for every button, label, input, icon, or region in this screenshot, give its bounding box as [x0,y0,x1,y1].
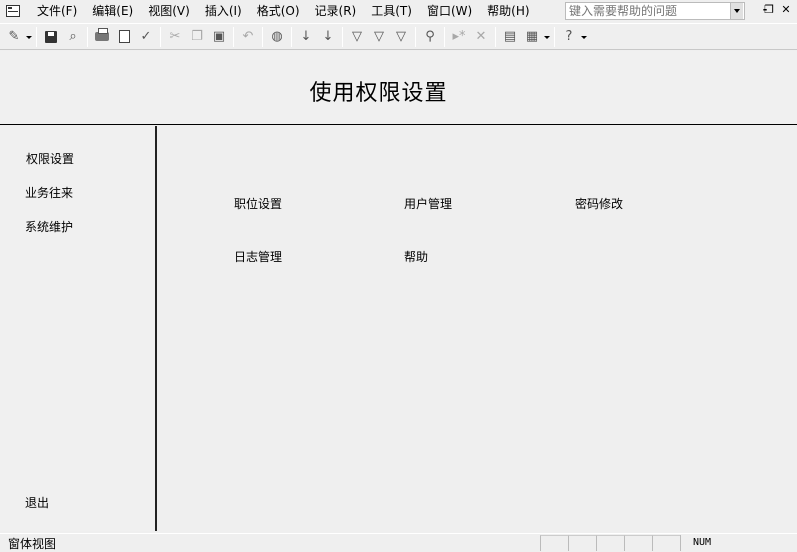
menu-file[interactable]: 文件(F) [30,0,85,22]
toolbar-separator [554,26,555,47]
copy-icon[interactable]: ❐ [187,27,207,47]
sidebar-item-permission-settings[interactable]: 权限设置 [26,150,74,167]
ask-question-input[interactable] [566,3,730,19]
form-header: 使用权限设置 [0,51,797,125]
menu-window[interactable]: 窗口(W) [420,0,480,22]
filter-by-selection-icon[interactable]: ▽ [347,27,367,47]
user-management-link[interactable]: 用户管理 [404,195,452,212]
toolbar-separator [233,26,234,47]
cut-icon[interactable]: ✂ [165,27,185,47]
print-preview-icon[interactable] [114,27,134,47]
sort-descending-icon[interactable]: ↓ [318,27,338,47]
apply-filter-icon[interactable]: ▽ [391,27,411,47]
menu-help[interactable]: 帮助(H) [480,0,537,22]
print-icon[interactable] [92,27,112,47]
toolbar-separator [160,26,161,47]
menu-insert[interactable]: 插入(I) [198,0,250,22]
change-password-link[interactable]: 密码修改 [575,195,623,212]
position-settings-link[interactable]: 职位设置 [234,195,282,212]
status-cell [624,535,652,551]
toolbar-separator [342,26,343,47]
menu-tools[interactable]: 工具(T) [364,0,420,22]
view-dropdown-icon[interactable] [25,27,33,47]
sidebar-item-business[interactable]: 业务往来 [25,184,73,201]
status-bar: 窗体视图 NUM [0,533,797,552]
new-object-dropdown-icon[interactable] [543,27,551,47]
menu-records[interactable]: 记录(R) [308,0,365,22]
exit-button[interactable]: 退出 [25,494,49,511]
design-view-icon[interactable]: ✎ [4,27,24,47]
find-icon[interactable]: ⚲ [420,27,440,47]
save-icon[interactable] [41,27,61,47]
toolbar-separator [87,26,88,47]
sidebar: 权限设置 业务往来 系统维护 退出 [0,126,157,531]
toolbar-separator [36,26,37,47]
toolbar-separator [415,26,416,47]
paste-icon[interactable]: ▣ [209,27,229,47]
toolbar: ✎ ⌕ ✓ ✂ ❐ ▣ ↶ ◍ ↓ ↓ ▽ ▽ ▽ ⚲ ▸* ✕ ▤ ▦ ? [0,23,797,50]
menu-format[interactable]: 格式(O) [250,0,308,22]
restore-icon[interactable]: ❐ [762,3,776,17]
ask-question-box [565,2,745,20]
close-icon[interactable]: ✕ [779,3,793,17]
toolbar-separator [444,26,445,47]
menu-view[interactable]: 视图(V) [141,0,198,22]
status-text: 窗体视图 [8,536,57,551]
toolbar-options-icon[interactable] [580,27,588,47]
status-cell [568,535,596,551]
new-object-icon[interactable]: ▦ [522,27,542,47]
toolbar-separator [495,26,496,47]
num-lock-indicator: NUM [680,535,740,551]
filter-by-form-icon[interactable]: ▽ [369,27,389,47]
toolbar-separator [262,26,263,47]
status-cell [652,535,680,551]
spelling-icon[interactable]: ✓ [136,27,156,47]
status-cell [596,535,624,551]
status-cell [540,535,568,551]
sort-ascending-icon[interactable]: ↓ [296,27,316,47]
delete-record-icon[interactable]: ✕ [471,27,491,47]
log-management-link[interactable]: 日志管理 [234,248,282,265]
main-panel: 职位设置 用户管理 密码修改 日志管理 帮助 [159,126,797,531]
new-record-icon[interactable]: ▸* [449,27,469,47]
undo-icon[interactable]: ↶ [238,27,258,47]
ask-question-dropdown-icon[interactable] [730,3,743,19]
file-search-icon[interactable]: ⌕ [63,27,83,47]
help-link[interactable]: 帮助 [404,248,428,265]
hyperlink-icon[interactable]: ◍ [267,27,287,47]
sidebar-item-system-maintenance[interactable]: 系统维护 [25,218,73,235]
page-title: 使用权限设置 [309,81,448,106]
form-window-icon[interactable] [6,5,20,17]
database-window-icon[interactable]: ▤ [500,27,520,47]
toolbar-separator [291,26,292,47]
menu-edit[interactable]: 编辑(E) [85,0,141,22]
help-icon[interactable]: ? [559,27,579,47]
